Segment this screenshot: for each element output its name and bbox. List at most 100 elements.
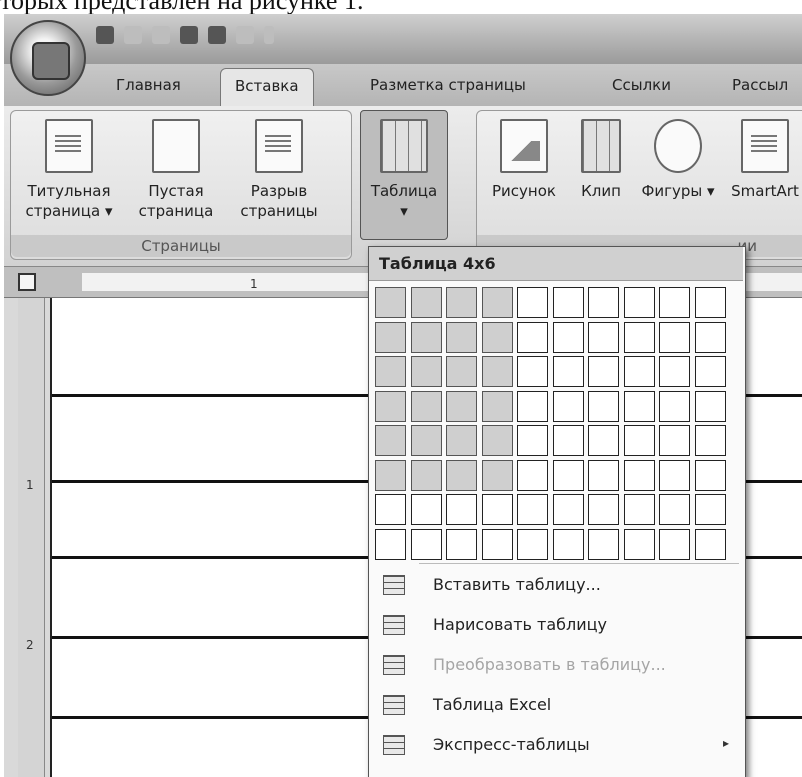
grid-cell[interactable] <box>410 494 442 525</box>
grid-cell[interactable] <box>481 459 513 491</box>
grid-cell[interactable] <box>623 494 655 525</box>
grid-cell[interactable] <box>694 321 726 353</box>
office-button[interactable] <box>10 20 86 96</box>
grid-cell[interactable] <box>659 528 690 560</box>
grid-cell[interactable] <box>481 528 513 560</box>
grid-cell[interactable] <box>410 425 442 456</box>
grid-cell[interactable] <box>623 390 655 422</box>
menu-item[interactable]: Таблица Excel <box>369 687 743 723</box>
grid-cell[interactable] <box>552 425 584 456</box>
grid-cell[interactable] <box>481 494 513 525</box>
smartart-button[interactable]: SmartArt <box>723 119 802 201</box>
grid-cell[interactable] <box>517 390 548 422</box>
grid-cell[interactable] <box>375 425 406 456</box>
grid-cell[interactable] <box>375 356 406 387</box>
grid-cell[interactable] <box>375 390 406 422</box>
grid-cell[interactable] <box>446 528 477 560</box>
grid-cell[interactable] <box>552 528 584 560</box>
grid-cell[interactable] <box>552 390 584 422</box>
grid-cell[interactable] <box>446 321 477 353</box>
grid-cell[interactable] <box>623 287 655 318</box>
grid-cell[interactable] <box>446 494 477 525</box>
grid-cell[interactable] <box>375 287 406 318</box>
grid-cell[interactable] <box>517 356 548 387</box>
save-icon[interactable] <box>96 26 114 44</box>
grid-cell[interactable] <box>588 321 619 353</box>
paste-icon[interactable] <box>180 26 198 44</box>
grid-cell[interactable] <box>446 287 477 318</box>
grid-cell[interactable] <box>375 528 406 560</box>
page-break-button[interactable]: Разрыв страницы <box>229 119 329 221</box>
grid-cell[interactable] <box>694 287 726 318</box>
cover-page-button[interactable]: Титульная страница ▾ <box>19 119 119 221</box>
grid-cell[interactable] <box>694 494 726 525</box>
grid-cell[interactable] <box>588 356 619 387</box>
picture-button[interactable]: Рисунок <box>481 119 567 201</box>
grid-cell[interactable] <box>410 528 442 560</box>
grid-cell[interactable] <box>588 459 619 491</box>
grid-cell[interactable] <box>446 425 477 456</box>
grid-cell[interactable] <box>588 287 619 318</box>
grid-cell[interactable] <box>517 459 548 491</box>
grid-cell[interactable] <box>552 321 584 353</box>
blank-page-button[interactable]: Пустая страница <box>129 119 223 221</box>
tab-home[interactable]: Главная <box>116 76 181 94</box>
grid-cell[interactable] <box>552 356 584 387</box>
print-icon[interactable] <box>236 26 254 44</box>
grid-cell[interactable] <box>481 425 513 456</box>
grid-cell[interactable] <box>623 528 655 560</box>
grid-cell[interactable] <box>410 287 442 318</box>
undo-icon[interactable] <box>124 26 142 44</box>
grid-cell[interactable] <box>481 287 513 318</box>
customize-arrow-icon[interactable] <box>264 26 274 44</box>
menu-item[interactable]: Преобразовать в таблицу... <box>369 647 743 683</box>
grid-cell[interactable] <box>659 459 690 491</box>
grid-cell[interactable] <box>446 459 477 491</box>
grid-cell[interactable] <box>694 390 726 422</box>
grid-cell[interactable] <box>588 494 619 525</box>
grid-cell[interactable] <box>694 459 726 491</box>
grid-cell[interactable] <box>517 287 548 318</box>
grid-cell[interactable] <box>517 425 548 456</box>
grid-cell[interactable] <box>517 321 548 353</box>
grid-cell[interactable] <box>410 321 442 353</box>
tab-selector-icon[interactable] <box>18 273 36 291</box>
tab-references[interactable]: Ссылки <box>612 76 671 94</box>
shapes-button[interactable]: Фигуры ▾ <box>635 119 721 201</box>
grid-cell[interactable] <box>694 425 726 456</box>
menu-item[interactable]: Экспресс-таблицы ▸ <box>369 727 743 763</box>
grid-cell[interactable] <box>623 425 655 456</box>
grid-cell[interactable] <box>375 494 406 525</box>
grid-cell[interactable] <box>623 459 655 491</box>
grid-cell[interactable] <box>481 390 513 422</box>
vertical-ruler[interactable]: 1 2 <box>18 298 45 777</box>
grid-cell[interactable] <box>694 528 726 560</box>
tab-insert[interactable]: Вставка <box>220 68 314 106</box>
menu-item[interactable]: Нарисовать таблицу <box>369 607 743 643</box>
grid-cell[interactable] <box>659 494 690 525</box>
table-button[interactable]: Таблица ▾ <box>360 110 448 240</box>
grid-cell[interactable] <box>410 356 442 387</box>
grid-cell[interactable] <box>517 494 548 525</box>
grid-cell[interactable] <box>517 528 548 560</box>
grid-cell[interactable] <box>375 321 406 353</box>
grid-cell[interactable] <box>694 356 726 387</box>
format-icon[interactable] <box>208 26 226 44</box>
tab-mailings[interactable]: Рассыл <box>732 76 788 94</box>
grid-cell[interactable] <box>588 390 619 422</box>
grid-cell[interactable] <box>623 321 655 353</box>
grid-cell[interactable] <box>552 459 584 491</box>
grid-cell[interactable] <box>588 528 619 560</box>
grid-cell[interactable] <box>552 287 584 318</box>
grid-cell[interactable] <box>659 390 690 422</box>
grid-cell[interactable] <box>659 356 690 387</box>
grid-cell[interactable] <box>659 287 690 318</box>
grid-cell[interactable] <box>410 390 442 422</box>
grid-cell[interactable] <box>481 321 513 353</box>
grid-cell[interactable] <box>481 356 513 387</box>
menu-item[interactable]: Вставить таблицу... <box>369 567 743 603</box>
grid-cell[interactable] <box>410 459 442 491</box>
grid-cell[interactable] <box>552 494 584 525</box>
grid-cell[interactable] <box>659 321 690 353</box>
grid-cell[interactable] <box>446 356 477 387</box>
